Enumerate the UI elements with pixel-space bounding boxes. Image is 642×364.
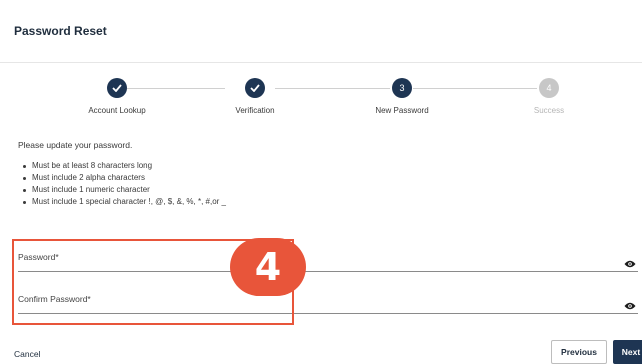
list-item: Must be at least 8 characters long <box>22 160 226 172</box>
page-title: Password Reset <box>14 24 107 38</box>
page-header: Password Reset <box>0 0 642 63</box>
step-label: Success <box>533 106 565 115</box>
step-label: New Password <box>375 106 429 115</box>
step-account-lookup: Account Lookup <box>47 78 187 115</box>
list-item: Must include 1 special character !, @, $… <box>22 196 226 208</box>
step-label: Account Lookup <box>88 106 146 115</box>
step-label: Verification <box>235 106 275 115</box>
check-icon <box>107 78 127 98</box>
check-icon <box>245 78 265 98</box>
step-success: 4 Success <box>479 78 619 115</box>
step-number-badge: 3 <box>392 78 412 98</box>
list-item: Must include 1 numeric character <box>22 184 226 196</box>
next-button[interactable]: Next <box>613 340 642 364</box>
annotation-step-badge: 4 <box>230 238 306 296</box>
eye-icon[interactable] <box>624 297 636 310</box>
password-rules-list: Must be at least 8 characters long Must … <box>22 160 226 208</box>
progress-stepper: Account Lookup Verification 3 New Passwo… <box>0 78 642 128</box>
step-new-password: 3 New Password <box>332 78 472 115</box>
step-number-badge: 4 <box>539 78 559 98</box>
cancel-link[interactable]: Cancel <box>14 349 40 359</box>
eye-icon[interactable] <box>624 255 636 268</box>
step-verification: Verification <box>185 78 325 115</box>
previous-button[interactable]: Previous <box>551 340 607 364</box>
instructions-text: Please update your password. <box>18 140 133 150</box>
list-item: Must include 2 alpha characters <box>22 172 226 184</box>
